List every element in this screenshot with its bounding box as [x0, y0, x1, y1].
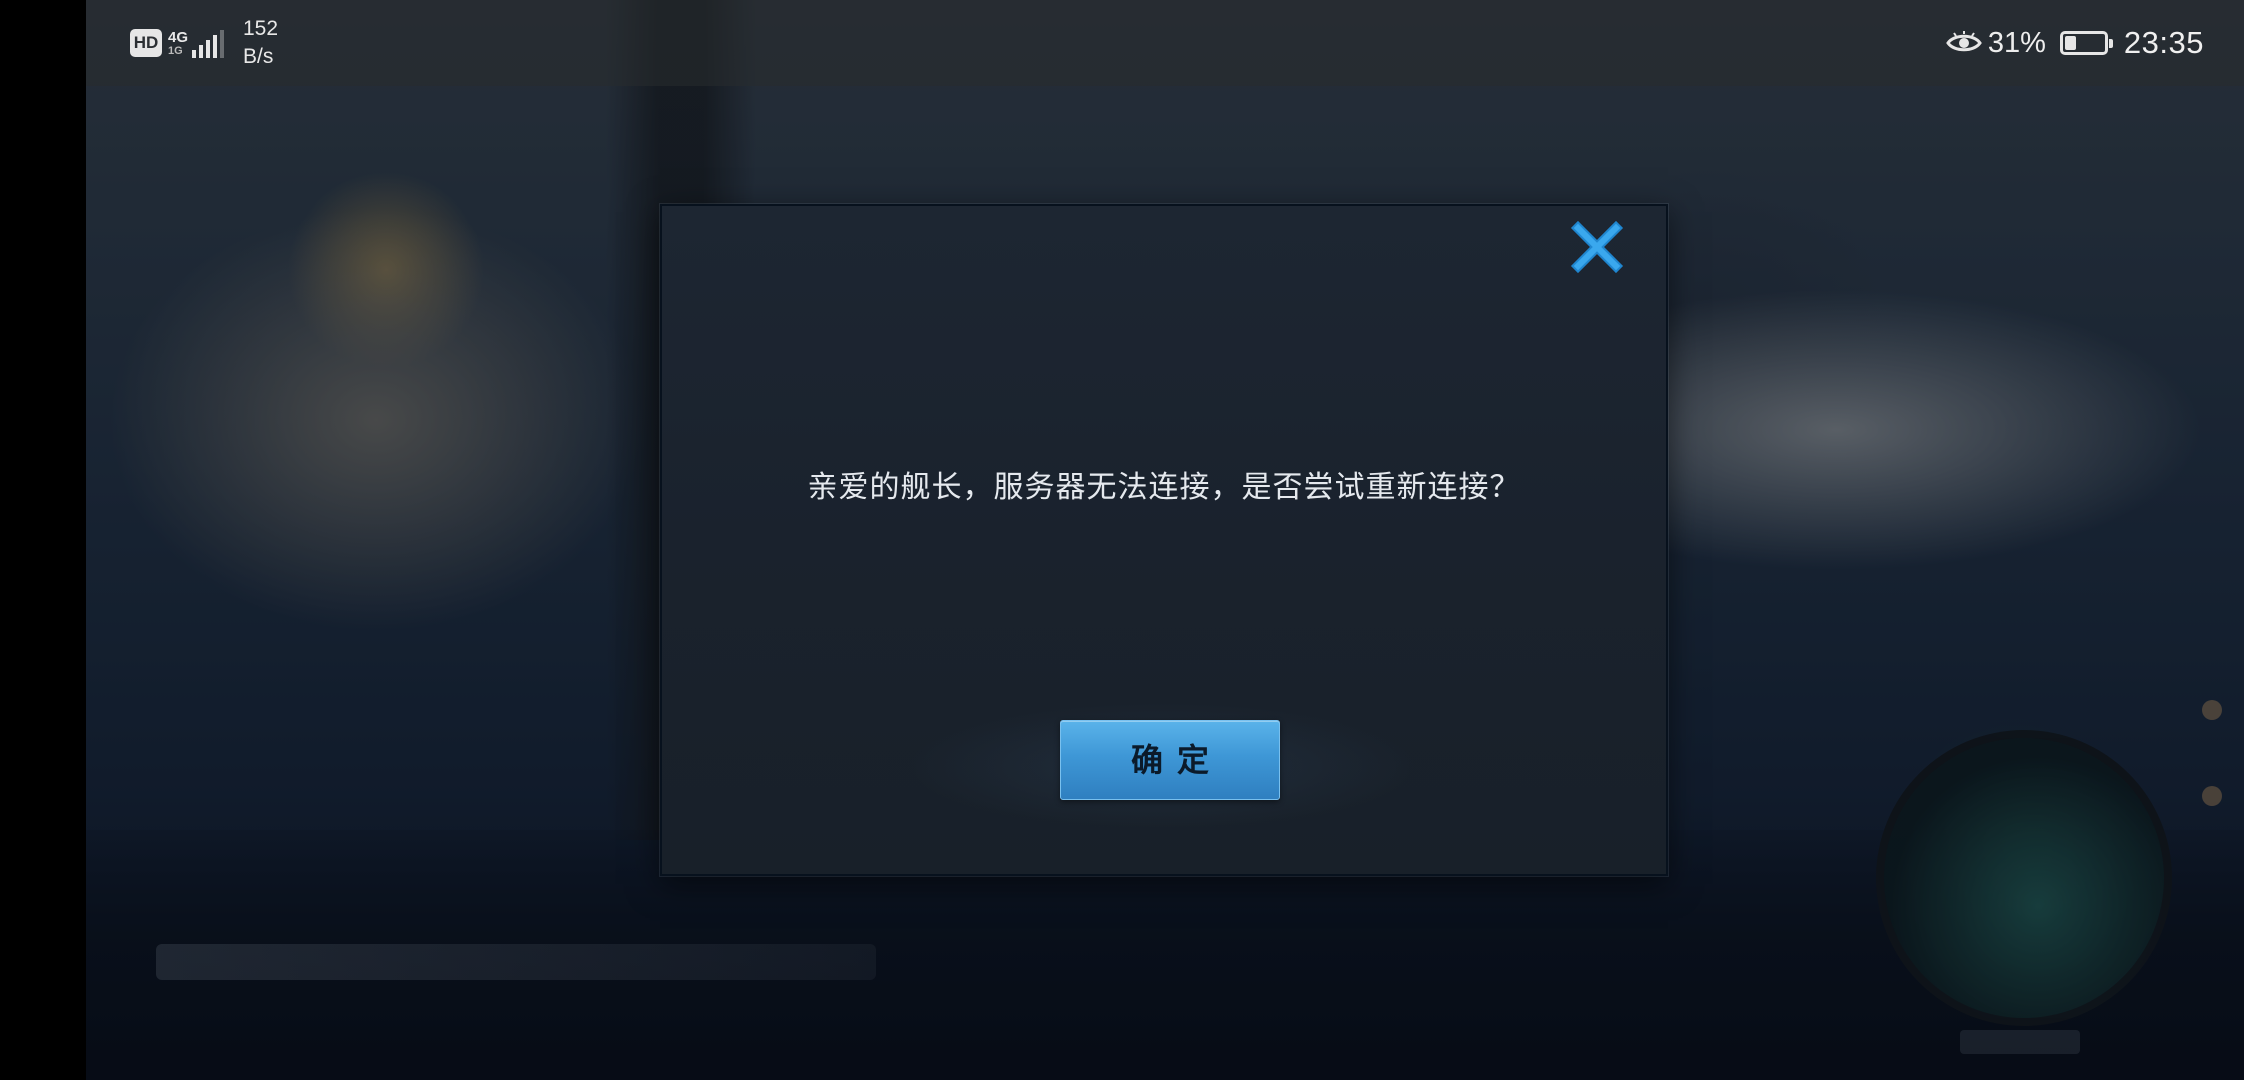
network-type-label: 4G: [168, 29, 189, 46]
network-sub-label: 1G: [168, 45, 183, 57]
status-clock: 23:35: [2123, 25, 2204, 60]
system-status-bar: HD 4G 1G 152 B/s 31% 23:35: [86, 0, 2244, 86]
signal-bar: [192, 50, 196, 58]
battery-icon: [2059, 31, 2113, 55]
confirm-button[interactable]: 确定: [1060, 720, 1280, 800]
network-speed: 152 B/s: [243, 15, 303, 71]
signal-strength-icon: [192, 28, 227, 58]
signal-bar: [199, 45, 203, 58]
signal-bar: [213, 35, 217, 58]
network-type-indicator: 4G 1G: [168, 23, 190, 63]
status-bar-left: HD 4G 1G 152 B/s: [130, 12, 303, 74]
hd-voice-icon: HD: [130, 29, 162, 57]
screen-left-black-bar: [0, 0, 86, 1080]
battery-level-fill: [2064, 36, 2076, 50]
game-screen: HD 4G 1G 152 B/s 31% 23:35 亲爱的舰长，服务器无法连接…: [0, 0, 2244, 1080]
dialog-message: 亲爱的舰长，服务器无法连接，是否尝试重新连接？: [807, 470, 1521, 505]
signal-bar: [206, 40, 210, 58]
blurred-corner-label: [1960, 1030, 2080, 1054]
signal-bar: [220, 30, 224, 58]
blurred-tip-text: [156, 944, 876, 980]
status-bar-right: 31% 23:35: [1946, 0, 2204, 86]
network-speed-unit: B/s: [243, 45, 274, 68]
eye-comfort-icon: [1946, 31, 1982, 52]
battery-percent: 31%: [1987, 26, 2046, 59]
edge-marker: [2202, 700, 2222, 720]
network-speed-value: 152: [243, 17, 279, 40]
edge-marker: [2202, 786, 2222, 806]
close-icon[interactable]: [1568, 218, 1626, 276]
reconnect-dialog: 亲爱的舰长，服务器无法连接，是否尝试重新连接？ 确定: [660, 204, 1668, 876]
